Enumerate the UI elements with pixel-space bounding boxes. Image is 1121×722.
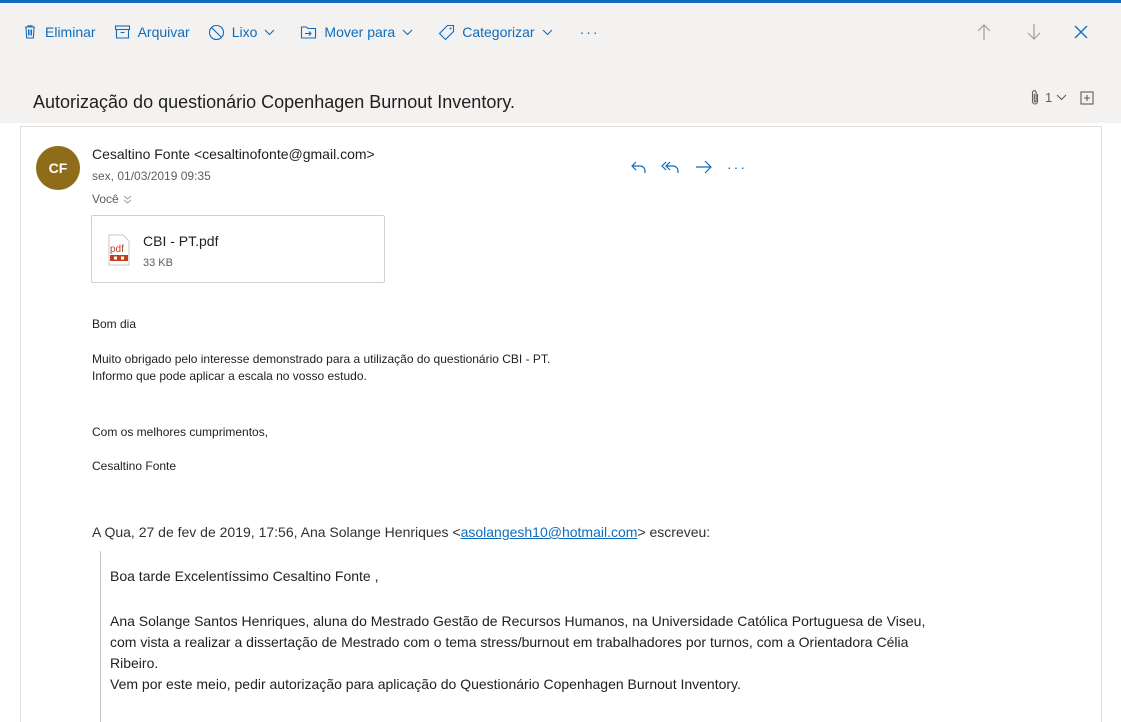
trash-icon <box>25 25 35 39</box>
body-line-2: Informo que pode aplicar a escala no vos… <box>92 369 367 383</box>
chevron-down-icon <box>265 29 275 35</box>
quote-line-3: Ribeiro. <box>110 655 159 671</box>
quote-header-prefix: A Qua, 27 de fev de 2019, 17:56, Ana Sol… <box>92 524 461 540</box>
arrow-down-icon <box>1027 24 1041 40</box>
quote-greeting: Boa tarde Excelentíssimo Cesaltino Fonte… <box>110 568 379 584</box>
chevron-down-icon <box>542 29 552 35</box>
previous-message-button[interactable] <box>976 3 992 61</box>
close-button[interactable] <box>1074 3 1088 61</box>
message-actions: ··· <box>631 159 747 175</box>
message-reading-pane: CF Cesaltino Fonte <cesaltinofonte@gmail… <box>20 126 1102 722</box>
avatar[interactable]: CF <box>36 146 80 190</box>
quote-email-link[interactable]: asolangesh10@hotmail.com <box>461 524 638 540</box>
quote-header-suffix: > escreveu: <box>637 524 711 540</box>
move-to-button[interactable]: Mover para <box>300 24 420 40</box>
reply-all-icon[interactable] <box>661 160 681 175</box>
double-chevron-down-icon <box>123 195 132 204</box>
body-closing: Com os melhores cumprimentos, <box>92 425 269 439</box>
attachment-count: 1 <box>1045 90 1053 105</box>
quote-line-4: Vem por este meio, pedir autorização par… <box>110 676 741 692</box>
command-toolbar: Eliminar Arquivar Lixo Mover para Catego… <box>0 3 1121 61</box>
archive-icon <box>114 25 130 39</box>
chevron-down-icon[interactable] <box>1056 94 1067 101</box>
quote-line-2: com vista a realizar a dissertação de Me… <box>110 634 909 650</box>
more-actions-button[interactable]: ··· <box>580 24 600 40</box>
arrow-up-icon <box>977 24 991 40</box>
delete-button[interactable]: Eliminar <box>22 24 96 40</box>
message-more-button[interactable]: ··· <box>727 159 747 175</box>
junk-label: Lixo <box>231 24 258 40</box>
block-icon <box>208 24 224 40</box>
svg-text:pdf: pdf <box>110 244 124 255</box>
quote-divider <box>100 551 101 722</box>
attachment-name: CBI - PT.pdf <box>143 233 219 249</box>
categorize-button[interactable]: Categorizar <box>438 24 559 41</box>
move-folder-icon <box>301 25 317 39</box>
delete-label: Eliminar <box>45 24 96 40</box>
subject-bar: Autorização do questionário Copenhagen B… <box>0 61 1121 123</box>
forward-icon[interactable] <box>695 160 713 174</box>
paperclip-icon <box>1031 90 1039 105</box>
quote-header: A Qua, 27 de fev de 2019, 17:56, Ana Sol… <box>92 524 710 540</box>
attachment-size: 33 KB <box>143 257 173 269</box>
archive-button[interactable]: Arquivar <box>114 24 190 40</box>
quote-line-1: Ana Solange Santos Henriques, aluna do M… <box>110 613 926 629</box>
body-line-1: Muito obrigado pelo interesse demonstrad… <box>92 352 551 366</box>
message-subject: Autorização do questionário Copenhagen B… <box>33 92 515 112</box>
junk-button[interactable]: Lixo <box>208 24 283 41</box>
body-signature: Cesaltino Fonte <box>92 459 177 473</box>
tag-icon <box>438 24 455 40</box>
body-greeting: Bom dia <box>92 317 137 331</box>
archive-label: Arquivar <box>137 24 190 40</box>
pdf-icon: pdf <box>108 234 130 266</box>
move-to-label: Mover para <box>324 24 396 40</box>
reply-icon[interactable] <box>631 160 647 175</box>
chevron-down-icon <box>402 29 413 35</box>
subject-tools: 1 <box>1030 89 1094 106</box>
next-message-button[interactable] <box>1026 3 1042 61</box>
attachment-card[interactable]: pdf CBI - PT.pdf 33 KB <box>91 215 385 283</box>
sender-name[interactable]: Cesaltino Fonte <cesaltinofonte@gmail.co… <box>92 146 375 162</box>
categorize-label: Categorizar <box>462 24 535 40</box>
close-icon <box>1074 25 1088 39</box>
expand-icon[interactable] <box>1080 90 1094 105</box>
message-date: sex, 01/03/2019 09:35 <box>92 169 211 183</box>
recipient-line[interactable]: Você <box>92 192 132 206</box>
recipient-name: Você <box>92 192 119 206</box>
